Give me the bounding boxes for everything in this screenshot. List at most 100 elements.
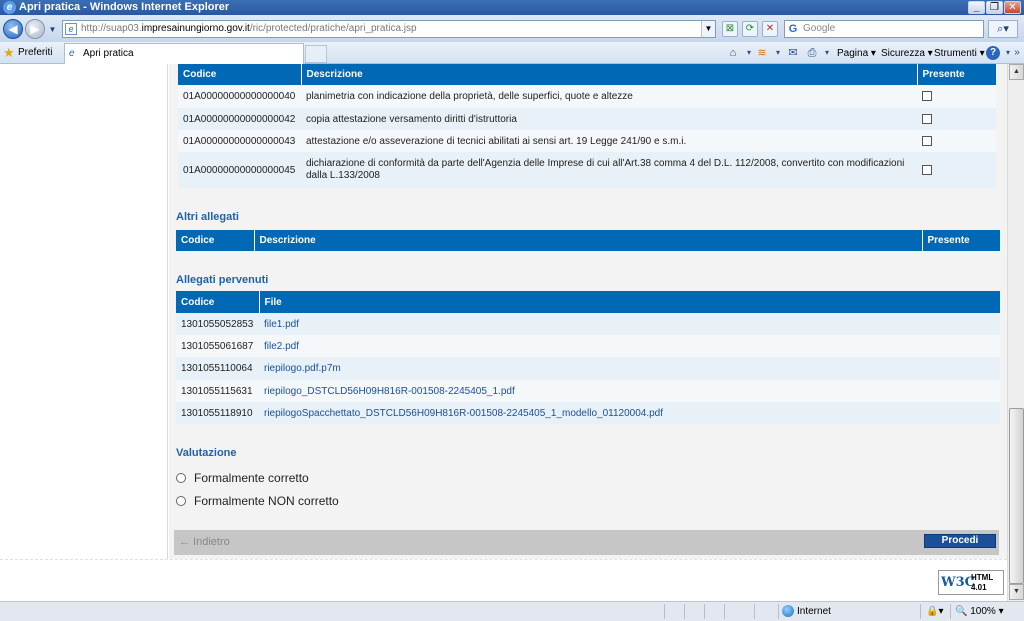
- address-input[interactable]: e http://suap03.impresainungiorno.gov.it…: [62, 20, 716, 38]
- sicurezza-menu[interactable]: Sicurezza ▾: [881, 46, 933, 62]
- home-icon[interactable]: ⌂: [726, 46, 740, 60]
- descrizione-cell: attestazione e/o asseverazione di tecnic…: [301, 130, 917, 152]
- file-link[interactable]: file2.pdf: [264, 341, 299, 352]
- table-row: 1301055061687 file2.pdf: [176, 335, 1000, 357]
- help-icon[interactable]: ?: [986, 46, 1000, 60]
- favorites-button[interactable]: ★ Preferiti: [3, 45, 52, 61]
- codice-cell: 01A00000000000000043: [178, 130, 301, 152]
- status-divider: [754, 604, 755, 619]
- file-cell: riepilogoSpacchettato_DSTCLD56H09H816R-0…: [259, 402, 1000, 424]
- internet-zone-icon: [782, 605, 794, 617]
- scroll-up-icon[interactable]: ▲: [1009, 64, 1024, 80]
- presente-checkbox[interactable]: [922, 135, 932, 146]
- page-viewport: Codice Descrizione Presente 01A000000000…: [0, 64, 1007, 601]
- radio-button[interactable]: [176, 496, 186, 506]
- col-codice: Codice: [178, 64, 302, 85]
- tab-label: Apri pratica: [83, 48, 134, 59]
- mail-icon[interactable]: ✉: [786, 46, 800, 60]
- w3c-html-badge[interactable]: W3C HTML 4.01: [938, 570, 1004, 595]
- col-codice: Codice: [176, 230, 255, 251]
- valutazione-title: Valutazione: [176, 447, 237, 459]
- sicurezza-label: Sicurezza: [881, 48, 925, 59]
- close-window-button[interactable]: ✕: [1004, 1, 1021, 14]
- status-divider: [684, 604, 685, 619]
- file-link[interactable]: riepilogo.pdf.p7m: [264, 363, 341, 374]
- minimize-button[interactable]: _: [968, 1, 985, 14]
- file-cell: riepilogo.pdf.p7m: [259, 357, 1000, 380]
- radio-label: Formalmente corretto: [194, 471, 309, 485]
- badge-version-text: 4.01: [971, 583, 987, 592]
- table-row: 1301055118910 riepilogoSpacchettato_DSTC…: [176, 402, 1000, 424]
- home-dropdown-icon[interactable]: ▾: [742, 46, 756, 60]
- back-nav-button[interactable]: ◀: [3, 19, 23, 39]
- scroll-down-icon[interactable]: ▼: [1009, 584, 1024, 600]
- compatibility-view-icon[interactable]: ⊠: [722, 21, 738, 37]
- presente-cell: [917, 85, 996, 108]
- radio-button[interactable]: [176, 473, 186, 483]
- url-host: impresainungiorno.gov.it: [141, 23, 250, 34]
- presente-checkbox[interactable]: [922, 113, 932, 124]
- presente-cell: [917, 130, 996, 152]
- file-link[interactable]: riepilogo_DSTCLD56H09H816R-001508-224540…: [264, 386, 515, 397]
- scroll-thumb[interactable]: [1009, 408, 1024, 584]
- file-link[interactable]: riepilogoSpacchettato_DSTCLD56H09H816R-0…: [264, 408, 663, 419]
- file-link[interactable]: file1.pdf: [264, 319, 299, 330]
- codice-cell: 01A00000000000000040: [178, 85, 301, 108]
- radio-formalmente-non-corretto[interactable]: Formalmente NON corretto: [176, 493, 339, 509]
- address-dropdown-icon[interactable]: ▼: [701, 21, 715, 37]
- more-icon[interactable]: »: [1010, 46, 1024, 60]
- procedi-button[interactable]: Procedi: [924, 534, 996, 548]
- table-row: 01A00000000000000045 dichiarazione di co…: [178, 152, 996, 188]
- vertical-scrollbar[interactable]: ▲ ▼: [1007, 64, 1024, 601]
- presente-checkbox[interactable]: [922, 91, 932, 102]
- search-button[interactable]: ⌕▾: [988, 20, 1018, 38]
- presente-cell: [917, 152, 996, 188]
- col-file: File: [259, 291, 1000, 313]
- zoom-control[interactable]: 🔍 100% ▾: [955, 604, 1004, 619]
- feeds-dropdown-icon[interactable]: ▾: [771, 46, 785, 60]
- protected-mode-icon[interactable]: 🔒▾: [926, 604, 943, 619]
- search-input[interactable]: G Google: [784, 20, 984, 38]
- url-prefix: http://suap03.: [81, 23, 142, 34]
- status-divider: [664, 604, 665, 619]
- presente-cell: [917, 108, 996, 130]
- refresh-icon[interactable]: ⟳: [742, 21, 758, 37]
- forward-nav-button[interactable]: ▶: [25, 19, 45, 39]
- radio-formalmente-corretto[interactable]: Formalmente corretto: [176, 470, 309, 486]
- stop-icon[interactable]: ✕: [762, 21, 778, 37]
- feeds-icon[interactable]: ≋: [755, 46, 769, 60]
- bottom-strip: [0, 559, 1007, 601]
- ie-tab-icon: e: [69, 48, 75, 59]
- print-dropdown-icon[interactable]: ▾: [820, 46, 834, 60]
- presente-checkbox[interactable]: [922, 164, 932, 175]
- tab-apri-pratica[interactable]: e Apri pratica: [64, 43, 304, 64]
- descrizione-cell: planimetria con indicazione della propri…: [301, 85, 917, 108]
- history-dropdown-icon[interactable]: ▼: [48, 25, 57, 34]
- indietro-link[interactable]: ← Indietro: [179, 530, 230, 555]
- col-descrizione: Descrizione: [254, 230, 923, 251]
- favorites-label: Preferiti: [18, 47, 53, 58]
- action-bar: ← Indietro Procedi: [174, 530, 999, 555]
- restore-button[interactable]: ❐: [986, 1, 1003, 14]
- strumenti-menu[interactable]: Strumenti ▾: [934, 46, 985, 62]
- codice-cell: 1301055061687: [176, 335, 259, 357]
- status-bar: Internet 🔒▾ 🔍 100% ▾: [0, 601, 1024, 621]
- strumenti-label: Strumenti: [934, 48, 977, 59]
- descrizione-cell: copia attestazione versamento diritti d'…: [301, 108, 917, 130]
- status-divider: [778, 604, 779, 619]
- descrizione-line: dichiarazione di conformità da parte del…: [306, 158, 905, 169]
- file-cell: riepilogo_DSTCLD56H09H816R-001508-224540…: [259, 380, 1000, 402]
- col-codice: Codice: [176, 291, 260, 313]
- print-icon[interactable]: ⎙: [805, 46, 819, 60]
- zone-label: Internet: [797, 606, 831, 617]
- window-title-bar: e Apri pratica - Windows Internet Explor…: [0, 0, 1024, 15]
- col-presente: Presente: [922, 230, 1000, 251]
- table-row: 01A00000000000000040 planimetria con ind…: [178, 85, 996, 108]
- radio-label: Formalmente NON corretto: [194, 494, 339, 508]
- window-title: Apri pratica - Windows Internet Explorer: [19, 1, 230, 13]
- pagina-menu[interactable]: Pagina ▾: [837, 46, 876, 62]
- google-icon: G: [788, 23, 798, 35]
- codice-cell: 1301055118910: [176, 402, 259, 424]
- zoom-level: 100%: [970, 606, 996, 617]
- new-tab-button[interactable]: [305, 45, 327, 63]
